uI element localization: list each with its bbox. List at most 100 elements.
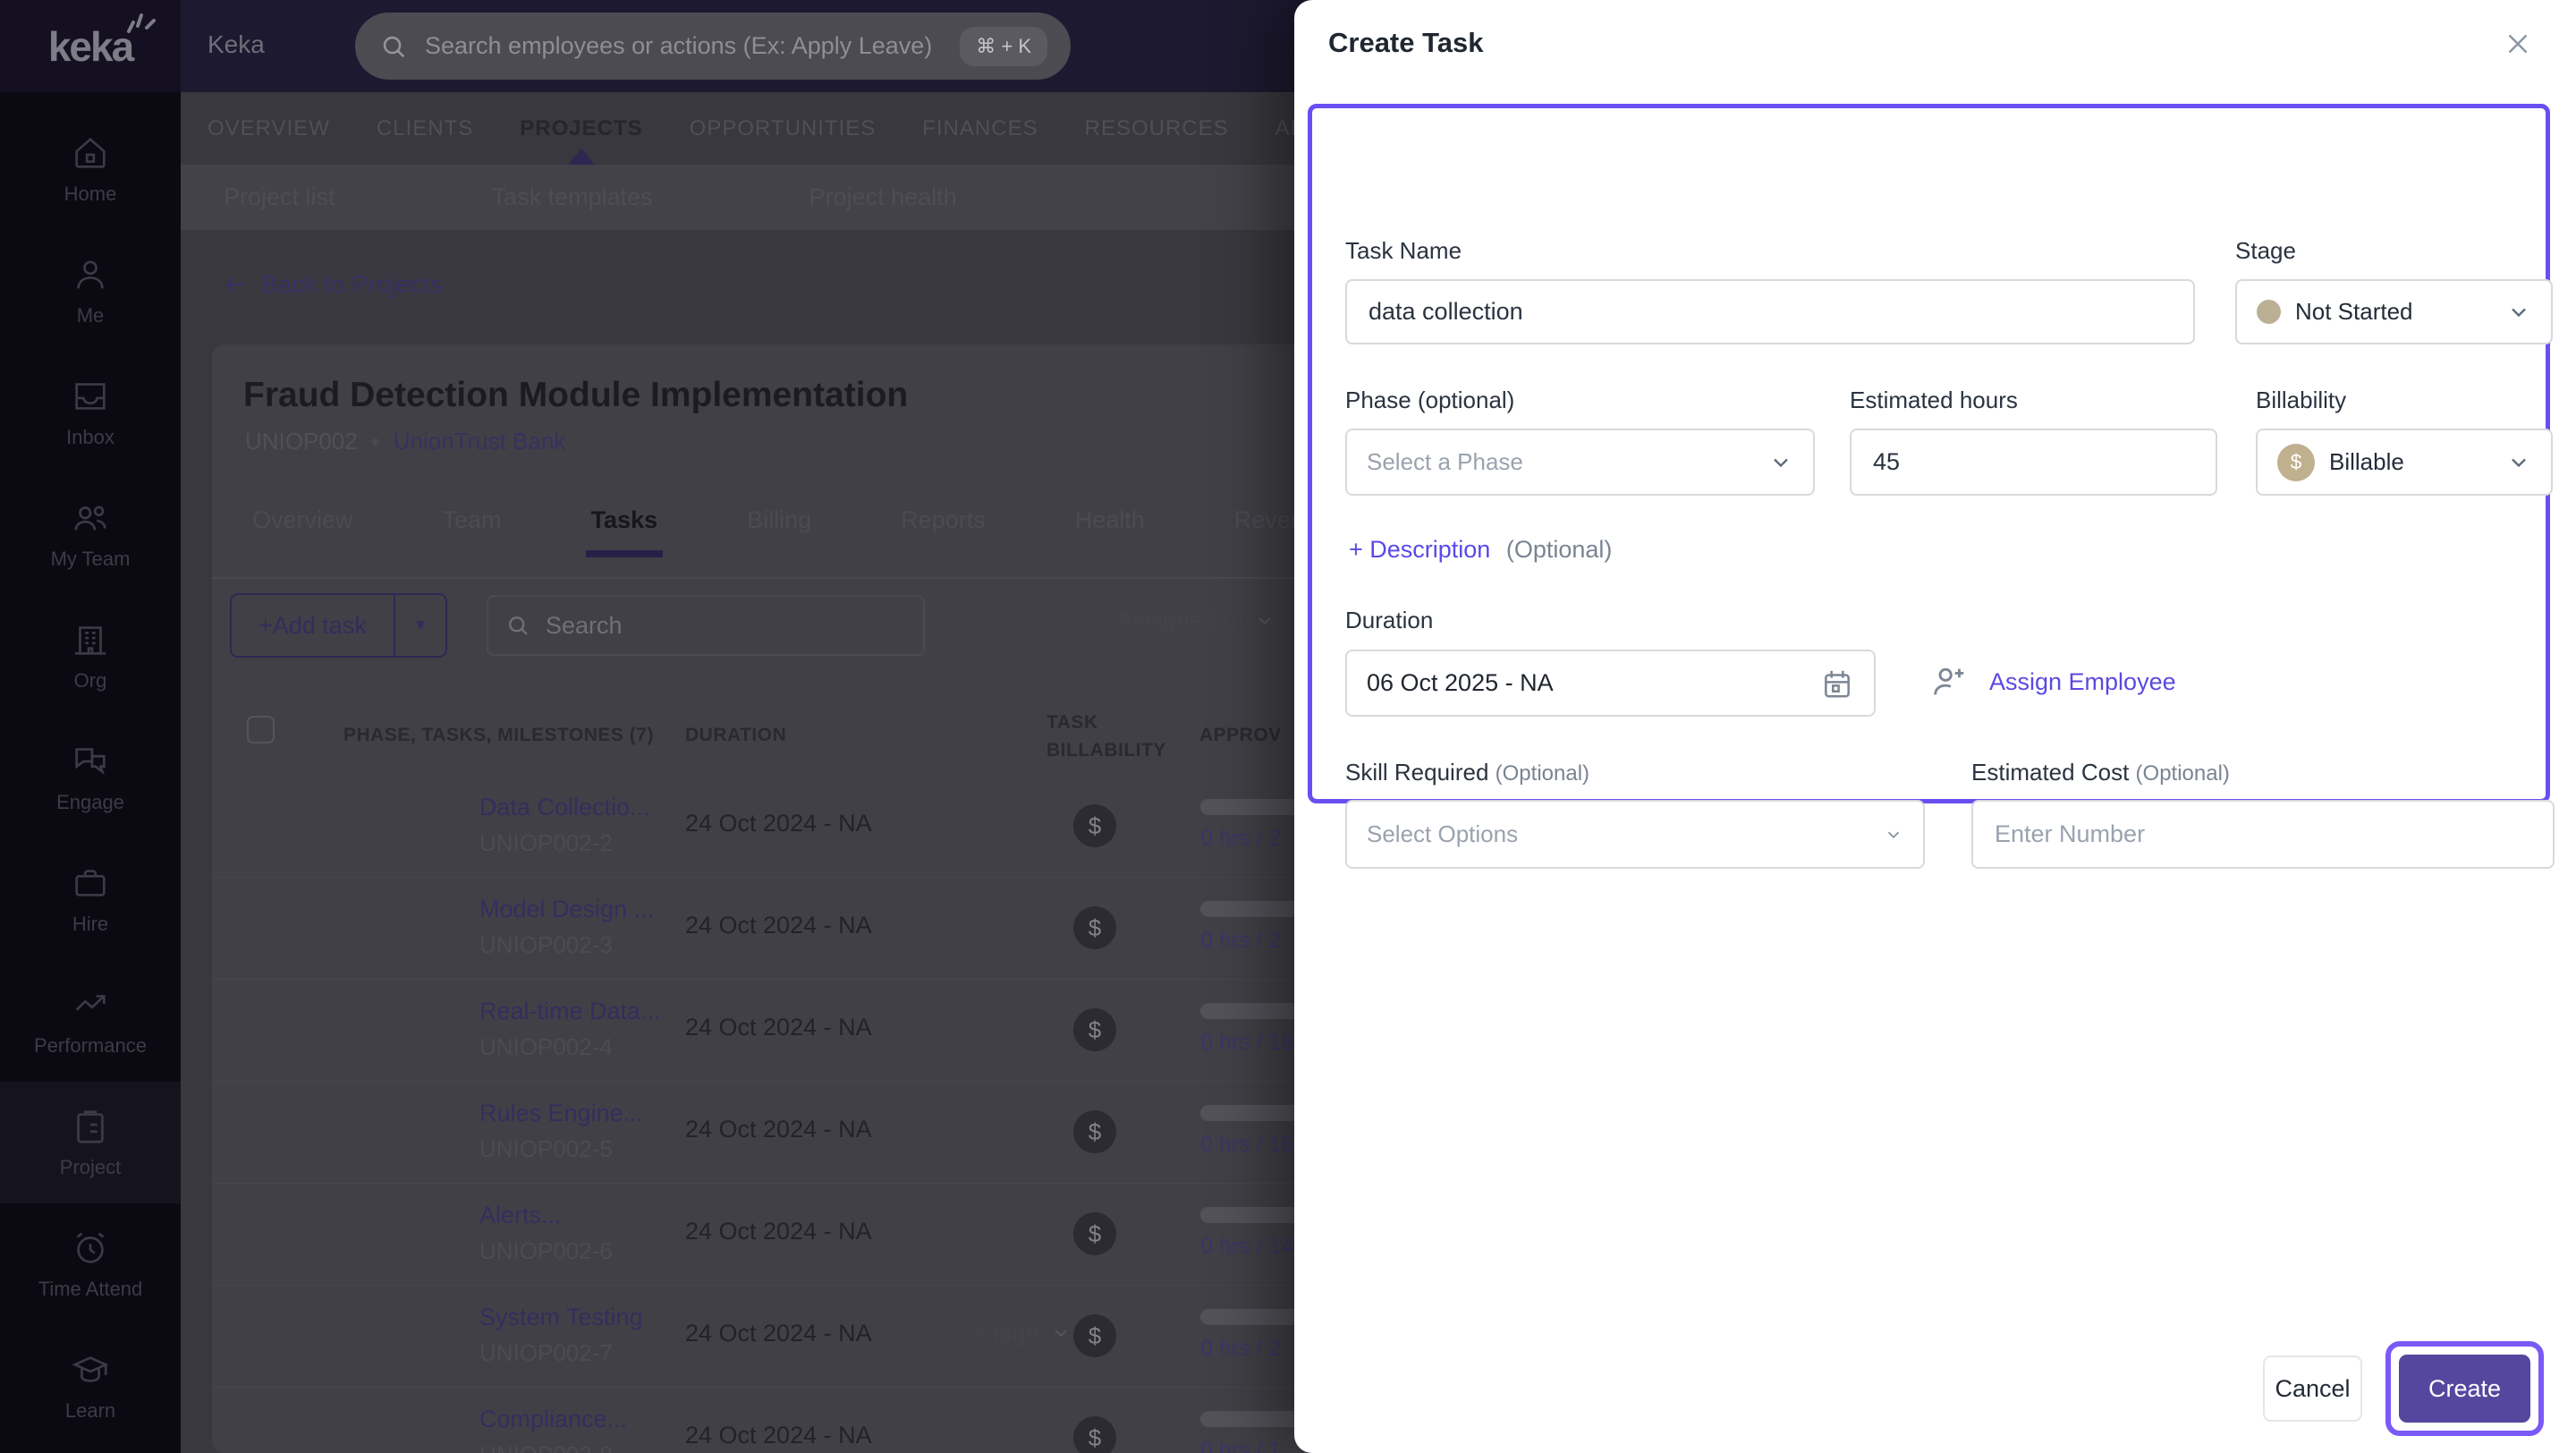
task-name-link[interactable]: Real-time Data... bbox=[479, 998, 661, 1025]
chevron-down-icon bbox=[1258, 616, 1271, 625]
screen: keka Keka Search employees or actions (E… bbox=[0, 0, 2576, 1453]
estimated-cost-input[interactable] bbox=[1971, 800, 2555, 869]
create-button[interactable]: Create bbox=[2399, 1355, 2530, 1423]
skill-select[interactable]: Select Options bbox=[1345, 800, 1925, 869]
calendar-icon[interactable] bbox=[1820, 667, 1854, 701]
sidebar-item-project[interactable]: Project bbox=[0, 1082, 181, 1203]
task-name-link[interactable]: Model Design ... bbox=[479, 896, 654, 923]
nav-clients[interactable]: CLIENTS bbox=[377, 116, 473, 141]
task-code: UNIOP002-5 bbox=[479, 1135, 613, 1162]
assigned-filter-label: Assigned to bbox=[1117, 607, 1244, 633]
tab-reports[interactable]: Reports bbox=[901, 506, 986, 557]
search-shortcut-badge: ⌘ + K bbox=[960, 26, 1047, 66]
logo-wordmark: keka bbox=[47, 22, 134, 70]
sidebar-item-label: Time Attend bbox=[38, 1278, 143, 1300]
tab-health[interactable]: Health bbox=[1075, 506, 1145, 557]
subnav-task-templates[interactable]: Task templates bbox=[492, 183, 653, 211]
nav-overview[interactable]: OVERVIEW bbox=[208, 116, 330, 141]
stage-label: Stage bbox=[2235, 237, 2296, 264]
form-highlight-box: Task Name Stage Not Started Phase (optio… bbox=[1308, 104, 2555, 869]
select-all-checkbox[interactable] bbox=[247, 716, 275, 743]
sidebar-item-hire[interactable]: Hire bbox=[0, 838, 181, 960]
sidebar-item-learn[interactable]: Learn bbox=[0, 1325, 181, 1447]
billable-icon: $ bbox=[1073, 1212, 1116, 1255]
task-hours: 0 hrs / 16 bbox=[1200, 1132, 1294, 1157]
sidebar-item-performance[interactable]: Performance bbox=[0, 960, 181, 1082]
nav-resources[interactable]: RESOURCES bbox=[1085, 116, 1229, 141]
task-duration: 24 Oct 2024 - NA bbox=[685, 1218, 872, 1245]
assign-employee-link[interactable]: Assign Employee bbox=[1989, 668, 2176, 696]
phase-select[interactable]: Select a Phase bbox=[1345, 429, 1815, 496]
tab-billing[interactable]: Billing bbox=[747, 506, 811, 557]
task-hours: 0 hrs / 2 bbox=[1200, 928, 1282, 953]
subnav-project-health[interactable]: Project health bbox=[809, 183, 957, 211]
task-hours: 0 hrs / 18 bbox=[1200, 1030, 1294, 1055]
subnav-project-list[interactable]: Project list bbox=[224, 183, 335, 211]
task-name-link[interactable]: Rules Engine... bbox=[479, 1100, 643, 1127]
cost-optional: (Optional) bbox=[2135, 761, 2230, 786]
sidebar-item-inbox[interactable]: Inbox bbox=[0, 352, 181, 473]
billability-select[interactable]: $ Billable bbox=[2256, 429, 2553, 496]
add-task-caret-icon[interactable]: ▼ bbox=[395, 616, 445, 634]
task-code: UNIOP002-8 bbox=[479, 1441, 613, 1453]
tab-tasks[interactable]: Tasks bbox=[585, 506, 663, 557]
sub-nav: Project list Task templates Project heal… bbox=[224, 165, 957, 230]
sidebar-item-time-attend[interactable]: Time Attend bbox=[0, 1203, 181, 1325]
inbox-icon bbox=[75, 383, 106, 410]
nav-finances[interactable]: FINANCES bbox=[922, 116, 1038, 141]
cancel-button[interactable]: Cancel bbox=[2263, 1355, 2362, 1422]
task-duration: 24 Oct 2024 - NA bbox=[685, 1422, 872, 1449]
sidebar-item-label: Hire bbox=[72, 913, 109, 935]
nav-opportunities[interactable]: OPPORTUNITIES bbox=[690, 116, 877, 141]
billable-coin-icon: $ bbox=[2277, 443, 2315, 481]
logo-box: keka bbox=[0, 0, 181, 92]
nav-projects[interactable]: PROJECTS bbox=[520, 116, 642, 141]
billable-icon: $ bbox=[1073, 1008, 1116, 1051]
task-code: UNIOP002-7 bbox=[479, 1339, 613, 1366]
org-icon bbox=[74, 626, 106, 655]
column-header-approval: APPROV bbox=[1199, 725, 1282, 745]
project-client-link[interactable]: UnionTrust Bank bbox=[394, 428, 566, 455]
sidebar-item-home[interactable]: Home bbox=[0, 108, 181, 230]
stage-select[interactable]: Not Started bbox=[2235, 279, 2553, 344]
task-name-link[interactable]: Data Collectio... bbox=[479, 794, 650, 821]
task-hours: 0 hrs / 2 bbox=[1200, 1336, 1282, 1361]
task-search-input[interactable]: Search bbox=[487, 595, 925, 656]
assigned-to-filter[interactable]: Assigned to bbox=[1117, 607, 1275, 634]
task-name-link[interactable]: System Testing bbox=[479, 1304, 643, 1331]
estimated-hours-input[interactable] bbox=[1850, 429, 2217, 496]
duration-date-field[interactable]: 06 Oct 2025 - NA bbox=[1345, 650, 1876, 717]
sidebar-item-org[interactable]: Org bbox=[0, 595, 181, 717]
task-name-link[interactable]: Alerts... bbox=[479, 1202, 562, 1229]
close-icon[interactable] bbox=[2501, 27, 2535, 61]
user-icon bbox=[77, 260, 104, 289]
add-description-link[interactable]: + Description (Optional) bbox=[1349, 536, 1612, 564]
billable-icon: $ bbox=[1073, 1314, 1116, 1357]
sidebar: Home Me Inbox My Team Org Engage Hire Pe… bbox=[0, 92, 181, 1453]
task-code: UNIOP002-2 bbox=[479, 829, 613, 856]
chevron-down-icon bbox=[2512, 458, 2526, 467]
estimated-hours-label: Estimated hours bbox=[1850, 387, 2018, 413]
assign-employee[interactable]: Assign Employee bbox=[1928, 661, 2176, 702]
global-search[interactable]: Search employees or actions (Ex: Apply L… bbox=[355, 13, 1071, 80]
project-tabs: Overview Team Tasks Billing Reports Heal… bbox=[252, 506, 1355, 557]
project-subtitle: UNIOP002 UnionTrust Bank bbox=[245, 428, 565, 455]
modal-title: Create Task bbox=[1328, 27, 1484, 58]
tab-overview[interactable]: Overview bbox=[252, 506, 353, 557]
task-duration: 24 Oct 2024 - NA bbox=[685, 810, 872, 837]
add-task-button[interactable]: +Add task ▼ bbox=[230, 593, 447, 658]
chevron-down-icon bbox=[2512, 308, 2526, 317]
sidebar-item-my-team[interactable]: My Team bbox=[0, 473, 181, 595]
tab-team[interactable]: Team bbox=[443, 506, 502, 557]
sidebar-item-me[interactable]: Me bbox=[0, 230, 181, 352]
duration-value: 06 Oct 2025 - NA bbox=[1367, 669, 1554, 696]
task-name-input[interactable] bbox=[1345, 279, 2195, 344]
back-to-projects-link[interactable]: Back to Projects bbox=[222, 270, 442, 299]
task-code: UNIOP002-6 bbox=[479, 1237, 613, 1264]
learn-icon bbox=[72, 1356, 109, 1382]
skill-optional: (Optional) bbox=[1495, 761, 1590, 786]
app-name: Keka bbox=[208, 30, 265, 58]
sidebar-item-engage[interactable]: Engage bbox=[0, 717, 181, 838]
task-name-link[interactable]: Compliance... bbox=[479, 1406, 627, 1433]
column-header-tasks: PHASE, TASKS, MILESTONES (7) bbox=[343, 725, 654, 745]
